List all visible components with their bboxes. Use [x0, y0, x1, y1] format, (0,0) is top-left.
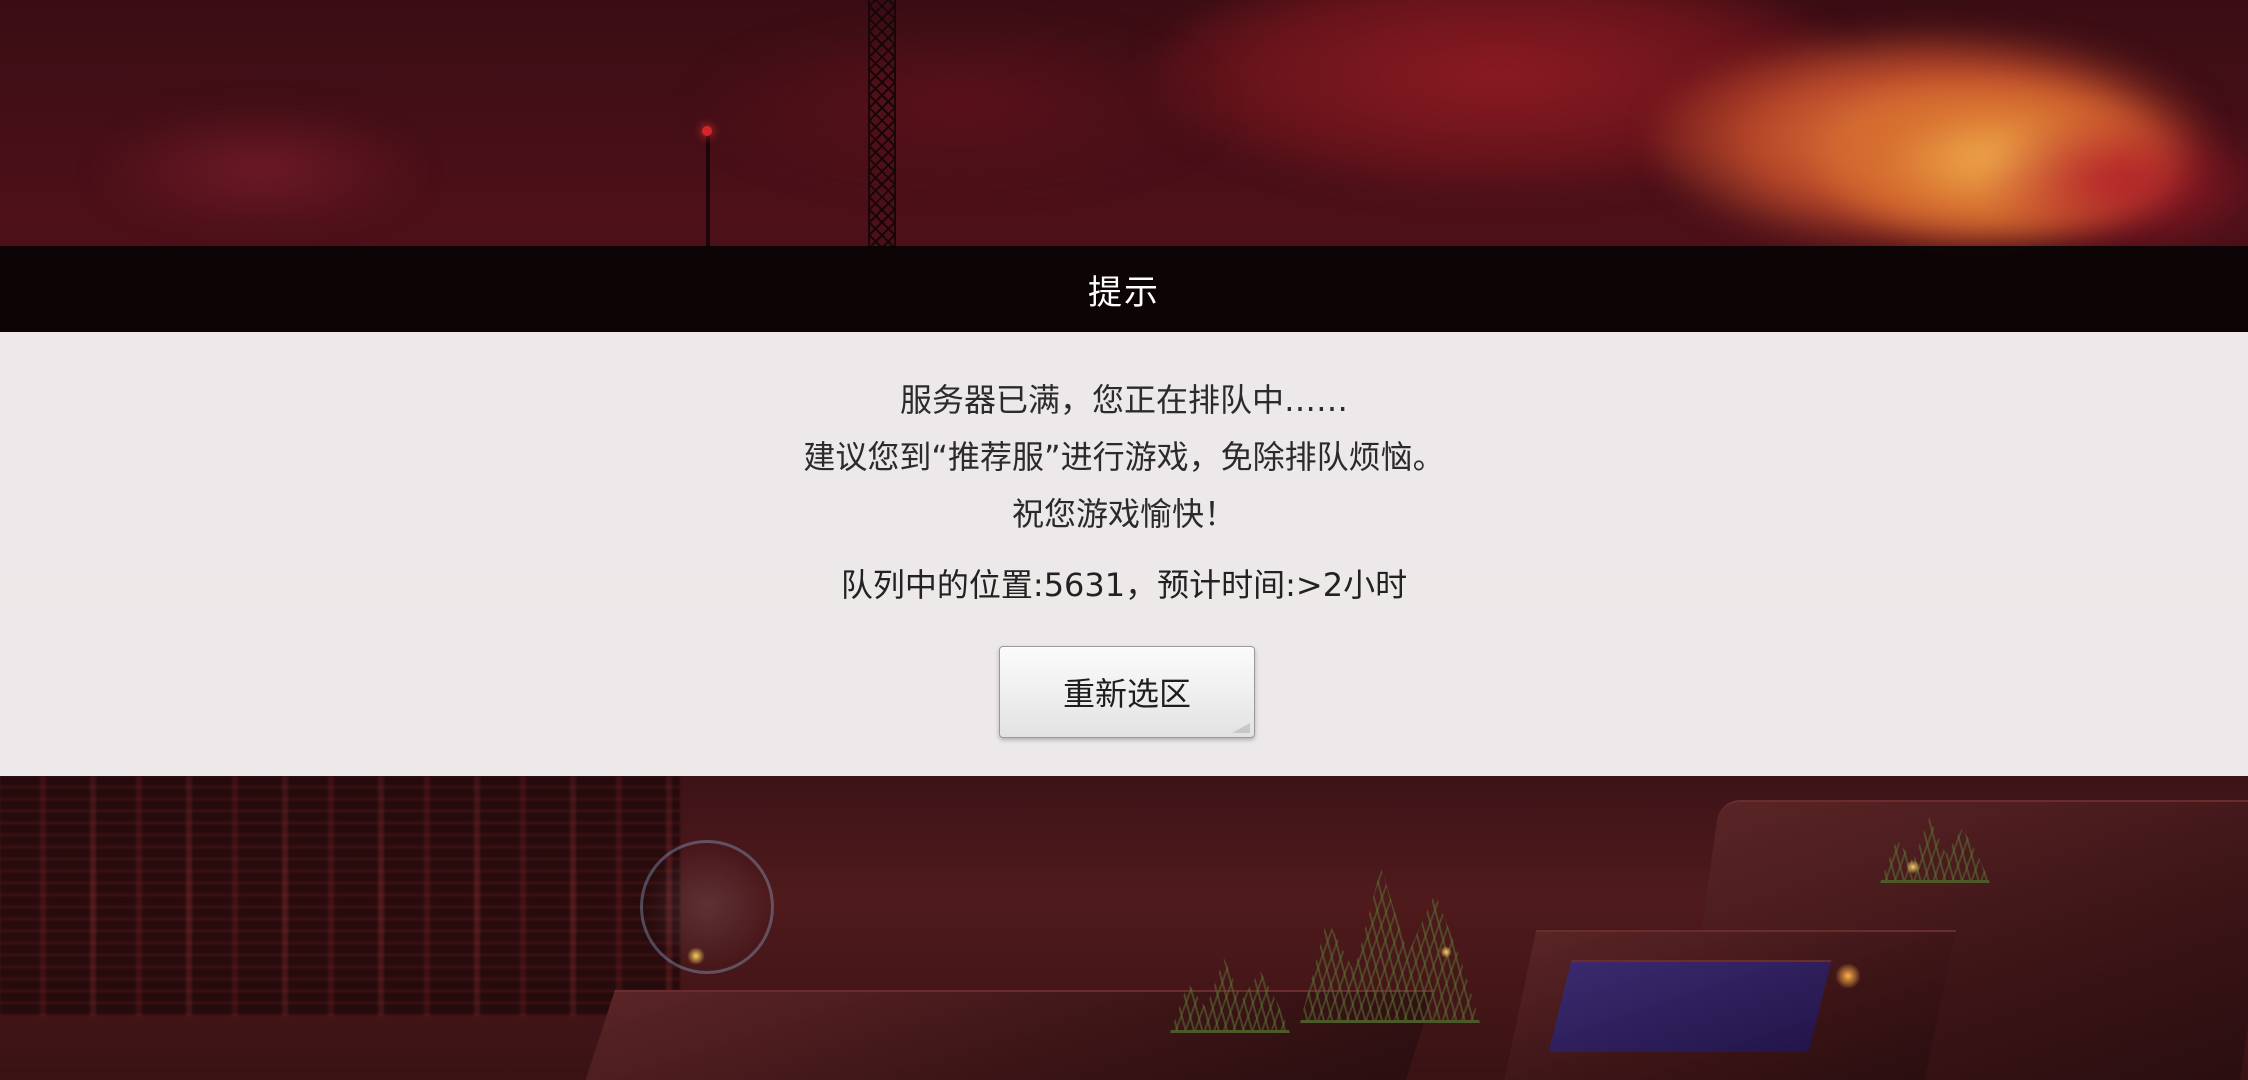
ruined-city [0, 776, 680, 1016]
dialog-header: 提示 [0, 246, 2248, 332]
queue-position-info: 队列中的位置:5631，预计时间:>2小时 [840, 566, 1408, 604]
loading-ring-icon [640, 840, 774, 974]
message-line-recommendation: 建议您到“推荐服”进行游戏，免除排队烦恼。 [803, 438, 1445, 476]
queue-dialog: 服务器已满，您正在排队中…… 建议您到“推荐服”进行游戏，免除排队烦恼。 祝您游… [0, 332, 2248, 974]
queue-message: 服务器已满，您正在排队中…… 建议您到“推荐服”进行游戏，免除排队烦恼。 祝您游… [0, 372, 2248, 543]
background-cloud [700, 20, 1220, 190]
message-line-greeting: 祝您游戏愉快！ [1011, 495, 1236, 533]
antenna-light [702, 126, 712, 136]
ember-glow [1835, 963, 1861, 989]
background-cloud [100, 110, 420, 230]
message-line-server-full: 服务器已满，您正在排队中…… [899, 381, 1348, 419]
ember-glow [1440, 946, 1452, 958]
reselect-server-button[interactable]: 重新选区 [999, 646, 1255, 738]
background-cloud [1980, 110, 2248, 250]
crystal-rock [1548, 960, 1832, 1052]
ember-glow [1906, 860, 1920, 874]
dialog-title: 提示 [1088, 272, 1160, 313]
lattice-tower [868, 0, 896, 250]
antenna-mast [706, 130, 710, 250]
